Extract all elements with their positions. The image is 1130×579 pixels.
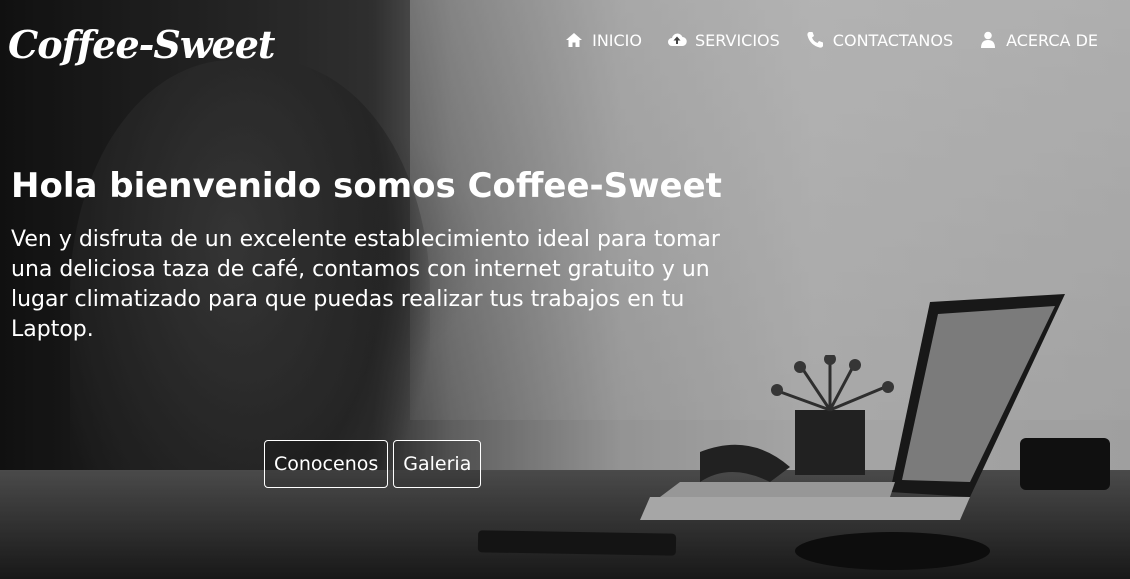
cloud-upload-icon <box>667 30 687 50</box>
hero-buttons: Conocenos Galeria <box>264 440 482 488</box>
nav-item-label: SERVICIOS <box>694 30 780 50</box>
nav-item-servicios[interactable]: SERVICIOS <box>667 30 780 50</box>
top-navbar: Coffee-Sweet INICIO SERVICIOS CONTACTANO… <box>0 0 1130 84</box>
nav-item-label: INICIO <box>592 30 642 50</box>
conocenos-button[interactable]: Conocenos <box>264 440 389 488</box>
nav-item-inicio[interactable]: INICIO <box>564 30 642 50</box>
home-icon <box>564 30 584 50</box>
nav-item-contactanos[interactable]: CONTACTANOS <box>805 30 953 50</box>
galeria-button[interactable]: Galeria <box>393 440 482 488</box>
user-icon <box>978 30 998 50</box>
site-logo[interactable]: Coffee-Sweet <box>8 22 275 67</box>
nav-item-label: CONTACTANOS <box>832 30 954 50</box>
nav-item-label: ACERCA DE <box>1006 30 1098 50</box>
hero-headline: Hola bienvenido somos Coffee-Sweet <box>11 166 722 206</box>
nav-menu: INICIO SERVICIOS CONTACTANOS ACERCA DE <box>564 30 1098 50</box>
hero-section: Coffee-Sweet INICIO SERVICIOS CONTACTANO… <box>0 0 1130 579</box>
hero-description: Ven y disfruta de un excelente estableci… <box>11 227 720 342</box>
nav-item-acerca-de[interactable]: ACERCA DE <box>978 30 1098 50</box>
phone-icon <box>805 30 825 50</box>
